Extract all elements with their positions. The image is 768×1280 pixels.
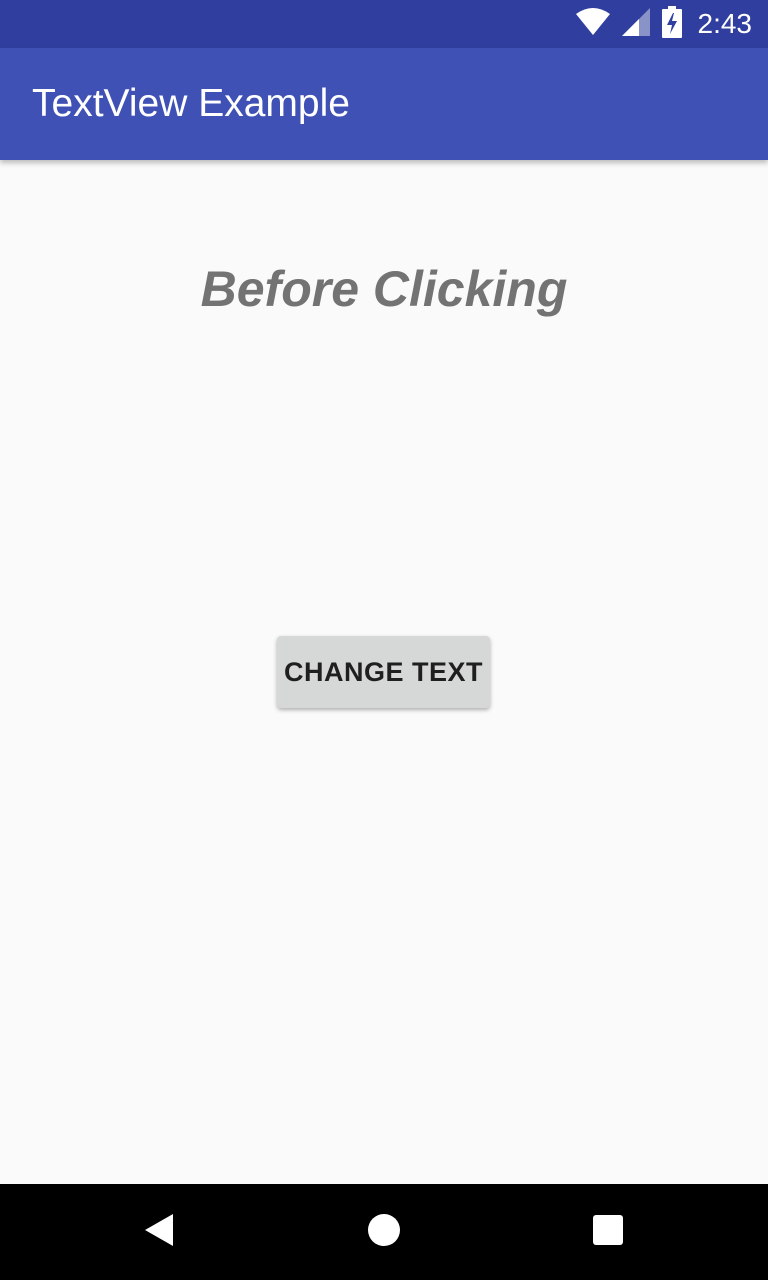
back-button[interactable] — [112, 1184, 208, 1280]
recents-button[interactable] — [560, 1184, 656, 1280]
status-time: 2:43 — [697, 8, 753, 39]
recents-icon — [592, 1214, 624, 1251]
app-bar: TextView Example — [0, 48, 768, 160]
home-button[interactable] — [336, 1184, 432, 1280]
headline-text: Before Clicking — [200, 261, 568, 317]
status-bar: 2:43 — [0, 0, 768, 48]
main-content: Before Clicking CHANGE TEXT — [0, 160, 768, 1184]
app-title: TextView Example — [32, 82, 350, 125]
status-icons: 2:43 — [575, 0, 753, 48]
cell-signal-icon — [621, 7, 650, 41]
screen: 2:43 TextView Example Before Clicking CH… — [0, 0, 768, 1280]
wifi-icon — [575, 7, 610, 41]
change-text-button[interactable]: CHANGE TEXT — [277, 636, 490, 708]
navigation-bar — [0, 1184, 768, 1280]
battery-charging-icon — [661, 5, 682, 43]
back-icon — [143, 1212, 177, 1253]
home-icon — [367, 1213, 401, 1252]
